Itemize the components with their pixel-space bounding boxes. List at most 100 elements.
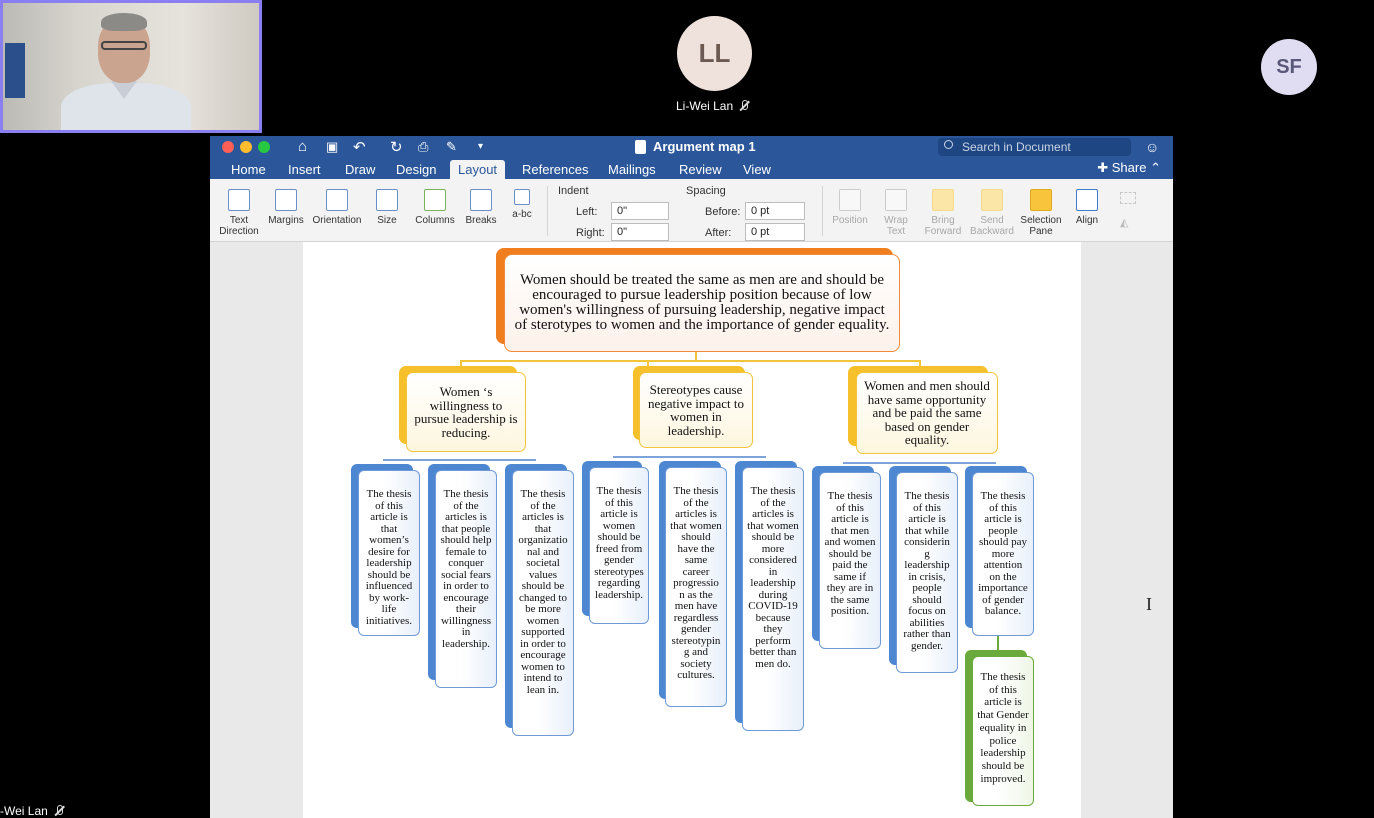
- evidence-box[interactable]: The thesis of the articles is that peopl…: [435, 470, 497, 688]
- margins-icon: [275, 189, 297, 211]
- person-glasses: [101, 41, 147, 50]
- participant-avatar-sf[interactable]: SF: [1261, 39, 1317, 95]
- breaks-icon: [470, 189, 492, 211]
- redo-icon[interactable]: ↻: [390, 138, 403, 156]
- spacing-after-label: After:: [705, 227, 732, 239]
- share-button[interactable]: ✚ Share ⌃: [1097, 160, 1161, 176]
- orientation-button[interactable]: Orientation: [310, 189, 364, 226]
- hyphenation-label: a-bc: [512, 209, 532, 220]
- bring-forward-button[interactable]: Bring Forward: [922, 189, 964, 237]
- close-window-button[interactable]: [222, 141, 234, 153]
- claim-box[interactable]: Stereotypes cause negative impact to wom…: [639, 372, 753, 448]
- indent-left-label: Left:: [576, 206, 598, 218]
- size-button[interactable]: Size: [370, 189, 404, 226]
- participant-name-ll: Li-Wei Lan: [676, 99, 749, 113]
- selection-pane-icon: [1030, 189, 1052, 211]
- minimize-window-button[interactable]: [240, 141, 252, 153]
- group-icon[interactable]: [1120, 192, 1136, 204]
- evidence-box[interactable]: The thesis of this article is that women…: [358, 470, 420, 636]
- orientation-icon: [326, 189, 348, 211]
- person-hair: [101, 13, 147, 31]
- self-video-tile[interactable]: [0, 0, 262, 133]
- breaks-button[interactable]: Breaks: [463, 189, 499, 226]
- claim-connector: [383, 459, 536, 461]
- comment-icon[interactable]: ☺: [1145, 139, 1159, 155]
- home-icon[interactable]: ⌂: [298, 138, 307, 155]
- thesis-connector: [460, 360, 920, 362]
- tab-draw[interactable]: Draw: [337, 160, 383, 179]
- thesis-box[interactable]: Women should be treated the same as men …: [504, 254, 900, 352]
- search-icon: [944, 140, 953, 149]
- wrap-text-label-2: Text: [886, 226, 906, 237]
- align-button[interactable]: Align: [1071, 189, 1103, 226]
- claim-connector: [843, 462, 996, 464]
- share-label: Share: [1111, 160, 1147, 175]
- selection-pane-button[interactable]: Selection Pane: [1018, 189, 1064, 237]
- size-icon: [376, 189, 398, 211]
- sub-evidence-box[interactable]: The thesis of this article is that Gende…: [972, 656, 1034, 806]
- evidence-connector: [997, 636, 999, 650]
- columns-label: Columns: [415, 215, 455, 226]
- wrap-text-button[interactable]: Wrap Text: [878, 189, 914, 237]
- tab-review[interactable]: Review: [671, 160, 730, 179]
- evidence-box[interactable]: The thesis of this article is that men a…: [819, 472, 881, 649]
- thesis-connector: [695, 352, 697, 360]
- claim-box[interactable]: Women ‘s willingness to pursue leadershi…: [406, 372, 526, 452]
- align-icon: [1076, 189, 1098, 211]
- print-icon[interactable]: ⎙: [418, 139, 428, 155]
- hyphenation-button[interactable]: a-bc: [508, 189, 536, 220]
- selection-pane-label-1: Selection: [1020, 215, 1062, 226]
- send-backward-button[interactable]: Send Backward: [968, 189, 1016, 237]
- position-button[interactable]: Position: [828, 189, 872, 226]
- evidence-box[interactable]: The thesis of this article is women shou…: [589, 467, 649, 624]
- text-direction-button[interactable]: Text Direction: [218, 189, 260, 237]
- spacing-after-field[interactable]: 0 pt: [745, 223, 805, 241]
- indent-left-field[interactable]: 0": [611, 202, 669, 220]
- send-backward-label-2: Backward: [970, 226, 1014, 237]
- align-label: Align: [1075, 215, 1099, 226]
- document-page[interactable]: Women should be treated the same as men …: [303, 242, 1081, 818]
- evidence-box[interactable]: The thesis of the articles is that women…: [742, 467, 804, 731]
- rotate-icon[interactable]: ◭: [1120, 216, 1136, 229]
- participant-avatar-ll[interactable]: LL: [677, 16, 752, 91]
- evidence-box[interactable]: The thesis of this article is people sho…: [972, 472, 1034, 636]
- wrap-text-label-1: Wrap: [884, 215, 908, 226]
- word-window: ⌂ ▣ ↶ ↻ ⎙ ✎ ▾ Argument map 1 Search in D…: [210, 136, 1173, 818]
- tab-design[interactable]: Design: [388, 160, 444, 179]
- position-label: Position: [832, 215, 868, 226]
- bring-forward-label-1: Bring: [931, 215, 955, 226]
- columns-icon: [424, 189, 446, 211]
- margins-button[interactable]: Margins: [266, 189, 306, 226]
- evidence-box[interactable]: The thesis of the articles is that organ…: [512, 470, 574, 736]
- undo-icon[interactable]: ↶: [353, 138, 366, 156]
- tab-view[interactable]: View: [735, 160, 779, 179]
- customize-toolbar-chevron-icon[interactable]: ▾: [478, 141, 483, 152]
- document-title: Argument map 1: [653, 139, 756, 154]
- breaks-label: Breaks: [465, 215, 497, 226]
- claim-box[interactable]: Women and men should have same opportuni…: [856, 372, 998, 454]
- send-backward-label-1: Send: [980, 215, 1004, 226]
- send-backward-icon: [981, 189, 1003, 211]
- wall-poster: [5, 43, 25, 98]
- evidence-box[interactable]: The thesis of the articles is that women…: [665, 467, 727, 707]
- spacing-before-label: Before:: [705, 206, 741, 218]
- tab-mailings[interactable]: Mailings: [600, 160, 664, 179]
- evidence-box[interactable]: The thesis of this article is that while…: [896, 472, 958, 673]
- line-numbers-icon: [514, 189, 530, 205]
- edit-icon[interactable]: ✎: [446, 139, 457, 155]
- columns-button[interactable]: Columns: [414, 189, 456, 226]
- tab-layout[interactable]: Layout: [450, 160, 506, 179]
- maximize-window-button[interactable]: [258, 141, 270, 153]
- spacing-before-field[interactable]: 0 pt: [745, 202, 805, 220]
- tab-home[interactable]: Home: [223, 160, 274, 179]
- collapse-ribbon-chevron-icon[interactable]: ⌃: [1150, 160, 1161, 175]
- indent-right-field[interactable]: 0": [611, 223, 669, 241]
- save-icon[interactable]: ▣: [326, 139, 338, 155]
- margins-label: Margins: [268, 215, 304, 226]
- bring-forward-icon: [932, 189, 954, 211]
- search-input[interactable]: Search in Document: [938, 138, 1131, 156]
- tab-references[interactable]: References: [514, 160, 596, 179]
- wrap-text-icon: [885, 189, 907, 211]
- selection-pane-label-2: Pane: [1029, 226, 1053, 237]
- tab-insert[interactable]: Insert: [280, 160, 329, 179]
